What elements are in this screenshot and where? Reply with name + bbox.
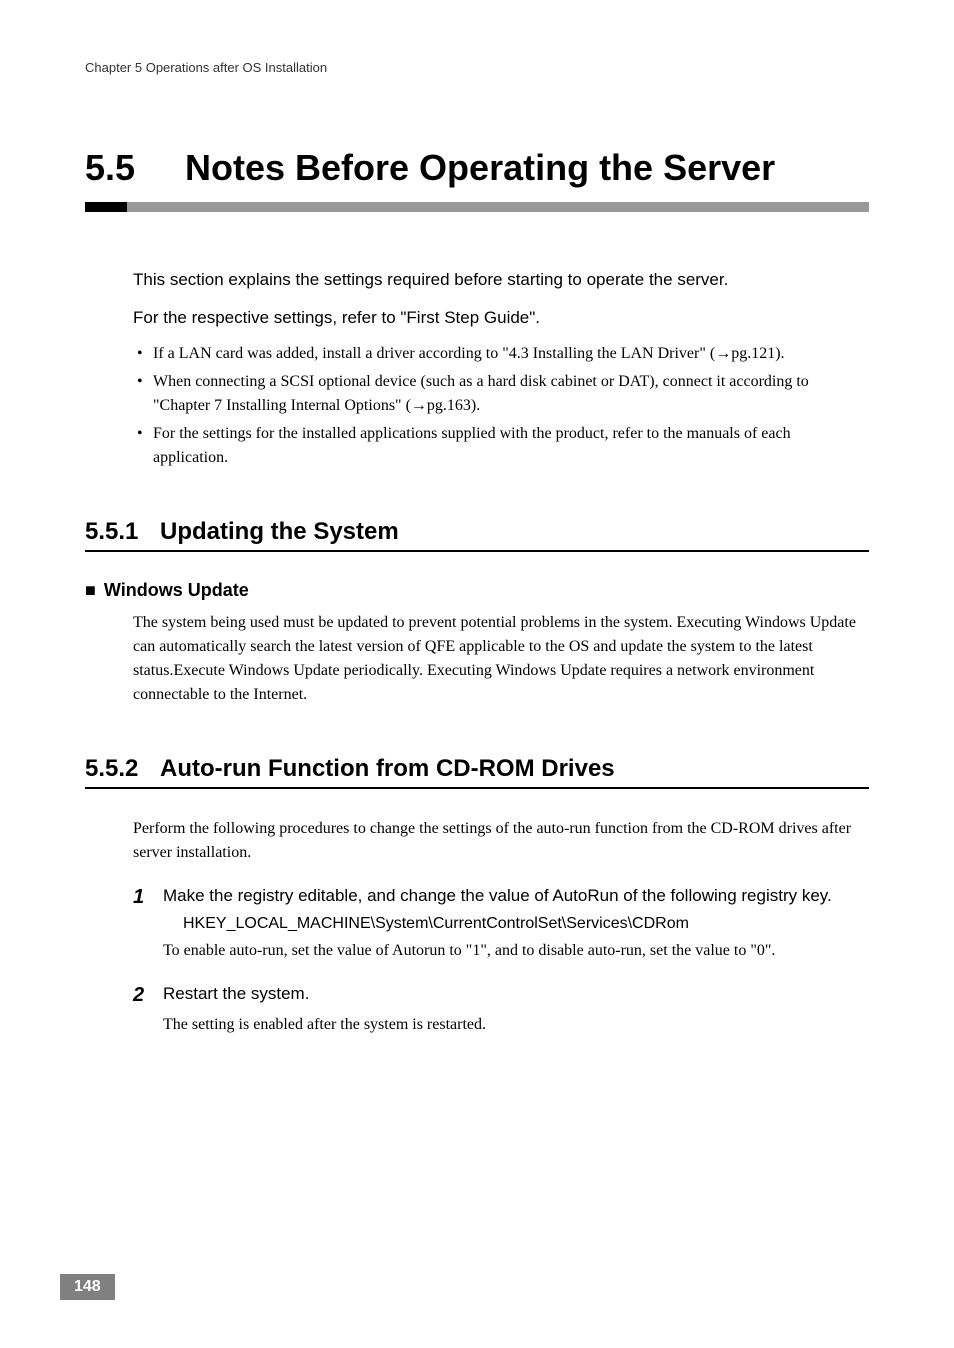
bullet-item-1: If a LAN card was added, install a drive… [133, 342, 869, 366]
black-square-icon: ■ [85, 580, 96, 601]
step-1-instruction: Make the registry editable, and change t… [163, 883, 869, 909]
step-2-instruction: Restart the system. [163, 981, 869, 1007]
main-title-number: 5.5 [85, 145, 185, 190]
section-552-number: 5.5.2 [85, 755, 160, 783]
section-551-heading: 5.5.1 Updating the System [85, 518, 869, 552]
intro-line-1: This section explains the settings requi… [133, 267, 869, 293]
section-551-number: 5.5.1 [85, 518, 160, 546]
step-1-note: To enable auto-run, set the value of Aut… [163, 939, 869, 963]
page-container: Chapter 5 Operations after OS Installati… [0, 0, 954, 1037]
bullet-item-2: When connecting a SCSI optional device (… [133, 370, 869, 418]
intro-line-2: For the respective settings, refer to "F… [133, 305, 869, 331]
step-1: 1 Make the registry editable, and change… [133, 883, 869, 963]
section-551-title: Updating the System [160, 518, 399, 546]
step-1-number: 1 [133, 883, 163, 963]
step-2-body: Restart the system. The setting is enabl… [163, 981, 869, 1037]
main-title: 5.5 Notes Before Operating the Server [85, 145, 869, 190]
step-1-body: Make the registry editable, and change t… [163, 883, 869, 963]
windows-update-body: The system being used must be updated to… [133, 611, 869, 707]
chapter-header: Chapter 5 Operations after OS Installati… [85, 60, 869, 75]
step-1-registry-path: HKEY_LOCAL_MACHINE\System\CurrentControl… [183, 915, 869, 933]
section-552-title: Auto-run Function from CD-ROM Drives [160, 755, 615, 783]
bullet-list: If a LAN card was added, install a drive… [133, 342, 869, 470]
step-2-note: The setting is enabled after the system … [163, 1013, 869, 1037]
step-2: 2 Restart the system. The setting is ena… [133, 981, 869, 1037]
section-552-intro: Perform the following procedures to chan… [133, 817, 869, 865]
subsection-windows-update: ■ Windows Update [85, 580, 869, 601]
page-number: 148 [60, 1274, 115, 1300]
bullet-item-3: For the settings for the installed appli… [133, 422, 869, 470]
section-552-heading: 5.5.2 Auto-run Function from CD-ROM Driv… [85, 755, 869, 789]
title-underline [85, 202, 869, 212]
subsection-wu-title: Windows Update [104, 580, 249, 601]
step-2-number: 2 [133, 981, 163, 1037]
main-title-text: Notes Before Operating the Server [185, 145, 869, 190]
